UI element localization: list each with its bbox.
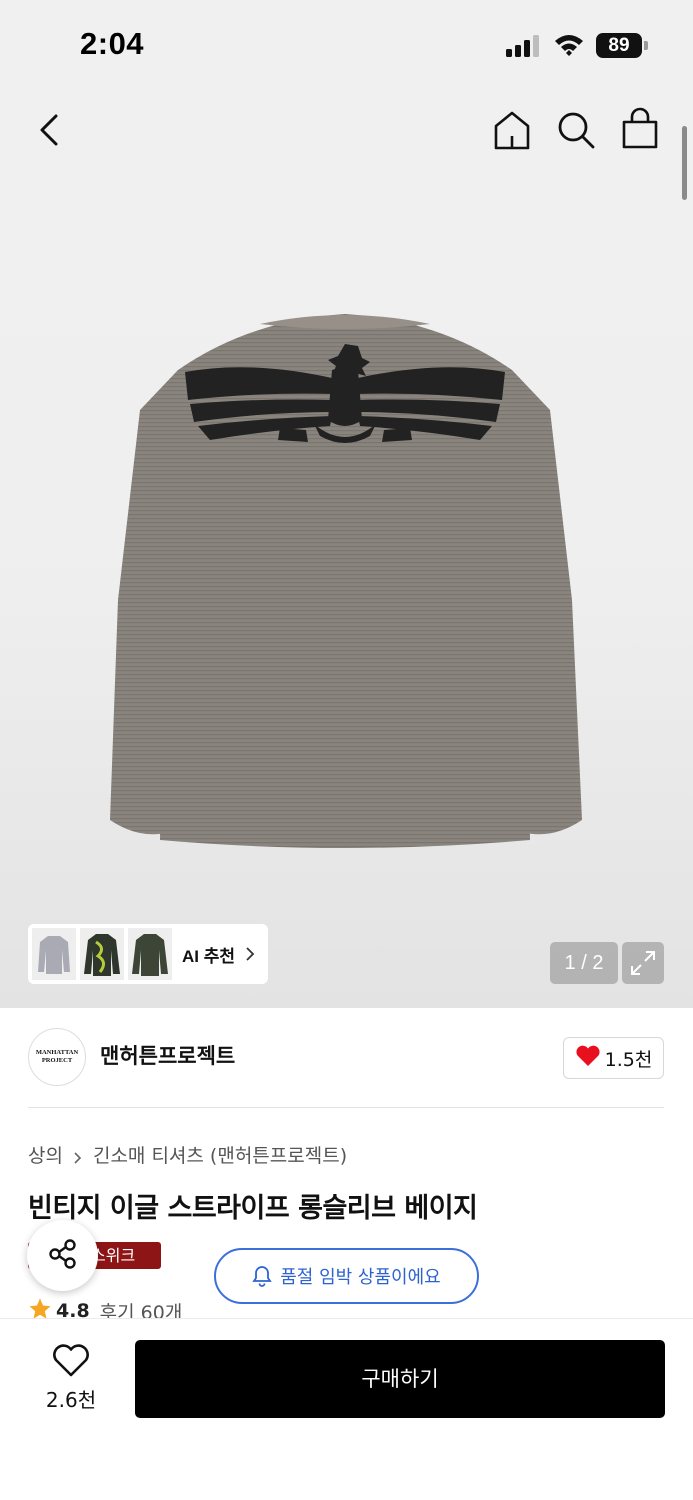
thumbnail-dragon-tee[interactable] [80, 928, 124, 980]
ai-recommend-strip[interactable]: AI 추천 [28, 924, 268, 984]
brand-like-button[interactable]: 1.5천 [563, 1037, 664, 1079]
expand-icon[interactable] [622, 942, 664, 984]
breadcrumb: 상의 긴소매 티셔츠 (맨허튼프로젝트) [28, 1141, 347, 1168]
thumbnail-olive-tee[interactable] [128, 928, 172, 980]
heart-filled-icon [575, 1045, 601, 1071]
restock-notice-button[interactable]: 품절 임박 상품이에요 [214, 1248, 479, 1304]
divider [28, 1107, 664, 1108]
heart-outline-icon[interactable] [52, 1344, 90, 1378]
product-gallery[interactable]: AI 추천 1 / 2 [0, 0, 693, 1008]
buy-button[interactable]: 구매하기 [135, 1340, 665, 1418]
search-icon[interactable] [554, 108, 598, 152]
shopping-bag-icon[interactable] [618, 106, 662, 152]
brand-name[interactable]: 맨허튼프로젝트 [100, 1040, 235, 1070]
thumbnail-grey-tee[interactable] [32, 928, 76, 980]
chevron-right-icon [243, 946, 257, 962]
restock-notice-label: 품절 임박 상품이에요 [280, 1267, 441, 1288]
wish-count: 2.6천 [45, 1388, 97, 1412]
status-bar: 2:04 89 [0, 0, 693, 90]
chevron-right-icon [73, 1148, 83, 1164]
breadcrumb-category[interactable]: 상의 [28, 1141, 63, 1168]
breadcrumb-subcategory[interactable]: 긴소매 티셔츠 (맨허튼프로젝트) [93, 1141, 347, 1168]
wifi-icon [553, 33, 585, 57]
share-button[interactable] [27, 1220, 98, 1291]
battery-icon: 89 [596, 33, 648, 58]
ai-recommend-label[interactable]: AI 추천 [182, 942, 235, 967]
product-image[interactable] [100, 300, 590, 860]
home-icon[interactable] [490, 108, 534, 152]
bell-icon [252, 1266, 272, 1287]
battery-level: 89 [596, 33, 642, 58]
brand-logo[interactable]: MANHATTAN PROJECT [28, 1028, 86, 1086]
product-title: 빈티지 이글 스트라이프 롱슬리브 베이지 [28, 1193, 478, 1224]
status-time: 2:04 [80, 26, 145, 61]
brand-like-count: 1.5천 [604, 1048, 653, 1071]
image-page-counter: 1 / 2 [550, 942, 618, 984]
share-icon [46, 1237, 80, 1275]
scroll-indicator [682, 126, 687, 200]
brand-logo-text: MANHATTAN PROJECT [35, 1049, 79, 1064]
back-icon[interactable] [30, 108, 70, 152]
signal-icon [506, 35, 544, 57]
